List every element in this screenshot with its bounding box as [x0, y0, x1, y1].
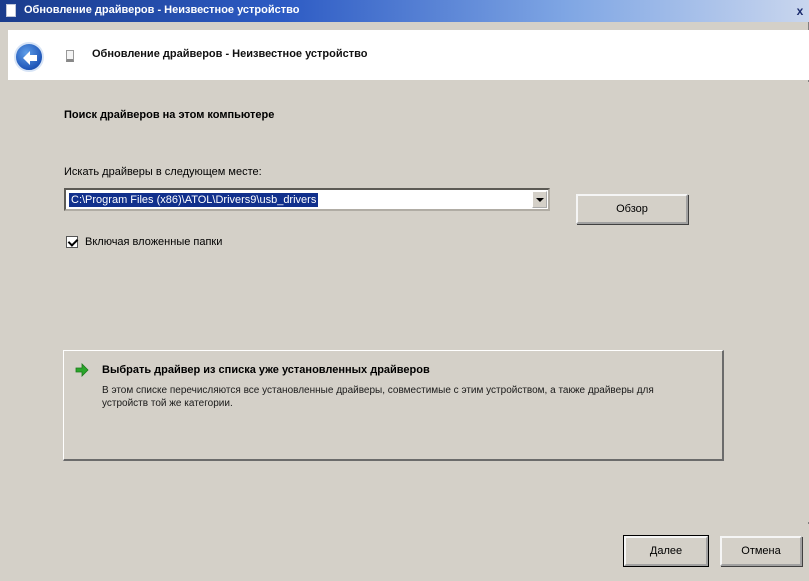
driver-update-window: Обновление драйверов - Неизвестное устро…: [0, 0, 809, 581]
window-title: Обновление драйверов - Неизвестное устро…: [24, 4, 300, 16]
include-subfolders-label[interactable]: Включая вложенные папки: [85, 236, 222, 248]
driver-path-combobox[interactable]: C:\Program Files (x86)\ATOL\Drivers9\usb…: [64, 188, 550, 211]
include-subfolders-checkbox[interactable]: [66, 236, 78, 249]
driver-path-value[interactable]: C:\Program Files (x86)\ATOL\Drivers9\usb…: [69, 193, 319, 207]
wizard-content: Поиск драйверов на этом компьютере Искат…: [10, 82, 809, 522]
chevron-down-icon[interactable]: [532, 191, 547, 208]
wizard-footer: Далее Отмена: [10, 524, 809, 581]
green-arrow-icon: [75, 363, 89, 377]
back-button[interactable]: [14, 42, 44, 72]
pick-from-list-title[interactable]: Выбрать драйвер из списка уже установлен…: [102, 364, 430, 376]
wizard-header: Обновление драйверов - Неизвестное устро…: [8, 30, 809, 80]
pick-from-list-description: В этом списке перечисляются все установл…: [102, 385, 654, 409]
next-button[interactable]: Далее: [623, 535, 709, 567]
cancel-button[interactable]: Отмена: [720, 536, 802, 566]
section-title: Поиск драйверов на этом компьютере: [64, 109, 275, 121]
device-icon: [66, 50, 74, 62]
title-bar[interactable]: Обновление драйверов - Неизвестное устро…: [0, 0, 809, 22]
back-arrow-icon: [23, 51, 37, 65]
close-button[interactable]: x: [793, 2, 807, 20]
search-location-label: Искать драйверы в следующем месте:: [64, 166, 262, 178]
wizard-title: Обновление драйверов - Неизвестное устро…: [92, 48, 368, 60]
browse-button[interactable]: Обзор: [576, 194, 688, 224]
window-icon: [6, 4, 16, 17]
include-subfolders-row[interactable]: Включая вложенные папки: [66, 236, 222, 249]
pick-from-list-link[interactable]: Выбрать драйвер из списка уже установлен…: [63, 350, 724, 461]
